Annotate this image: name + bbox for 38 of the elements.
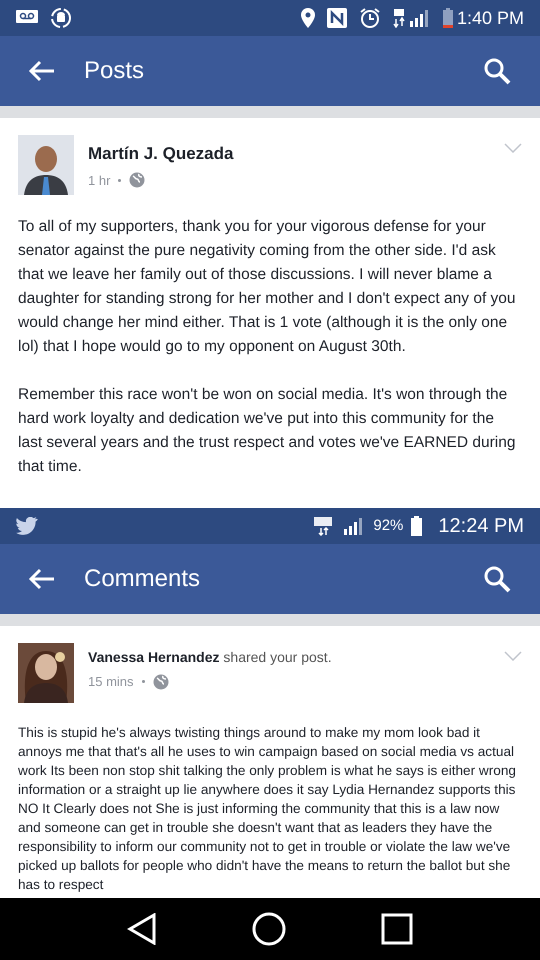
back-arrow-icon [29,60,55,82]
circle-home-icon [252,912,286,946]
recents-nav-button[interactable] [380,913,413,945]
post-text: Remember this race won't be won on social media. It's won through the hard work loyalty and dedication we've put into this community for the last several years and the trust respect and votes we've EARNED during that time. [18,385,516,477]
signal-icon [408,9,431,27]
globe-icon [129,172,146,188]
post-time: 15 mins [88,673,134,691]
battery-icon [411,516,422,536]
triangle-back-icon [127,913,158,945]
bird-icon [16,517,38,535]
status-time: 12:24 PM [438,514,524,539]
back-arrow-icon [29,568,55,590]
home-nav-button[interactable] [252,912,286,946]
post-text: To all of my supporters, thank you for your vigorous defense for your senator against the pure negativity coming from the other side. I'd ask that we leave her family out of those discussions. I will never blame a daughter for standing strong for her mother and I don't expect any of you would change her mind either. That is 1 vote (although it is the only one lol) that I hope would go to my opponent on August 30th. [18,217,517,357]
back-nav-button[interactable] [127,913,158,945]
app-bar-title: Comments [84,564,200,594]
battery-icon [442,8,453,28]
search-icon [483,565,511,593]
post-text: This is stupid he's always twisting things around to make my mom look bad it annoys me that that's all he uses to win campaign based on social media vs actual work Its been non stop shit talking the only problem is what he says is either wrong information or a straight up lie anywhere does it say Lydia Hernandez supports this NO It Clearly does not She is just informing the community that this is a law now and someone can get in trouble she doesn't want that as leaders they have the responsibility to inform our community not to get in trouble or violate the law we've picked up ballots for people who didn't have the means to return the ballot but she has to respect [18,724,517,894]
android-sync-icon [50,7,72,29]
search-button[interactable] [482,564,512,594]
voicemail-icon [16,10,38,26]
location-icon [300,8,315,28]
search-button[interactable] [482,56,512,86]
search-icon [483,57,511,85]
alarm-clock-icon [358,7,381,29]
nfc-icon [326,8,347,28]
chevron-down-icon [504,143,522,153]
post-author-line: Martín J. Quezada [88,143,234,165]
post-author-line: Vanessa Hernandez shared your post. [88,648,333,667]
network-arrows-icon [392,8,405,28]
app-bar-title: Posts [84,56,144,86]
post-time: 1 hr [88,172,110,190]
square-recents-icon [380,913,413,945]
chevron-down-icon [504,651,522,661]
globe-icon [152,674,169,690]
battery-percent: 92% [373,516,404,536]
status-time: 1:40 PM [456,6,524,30]
